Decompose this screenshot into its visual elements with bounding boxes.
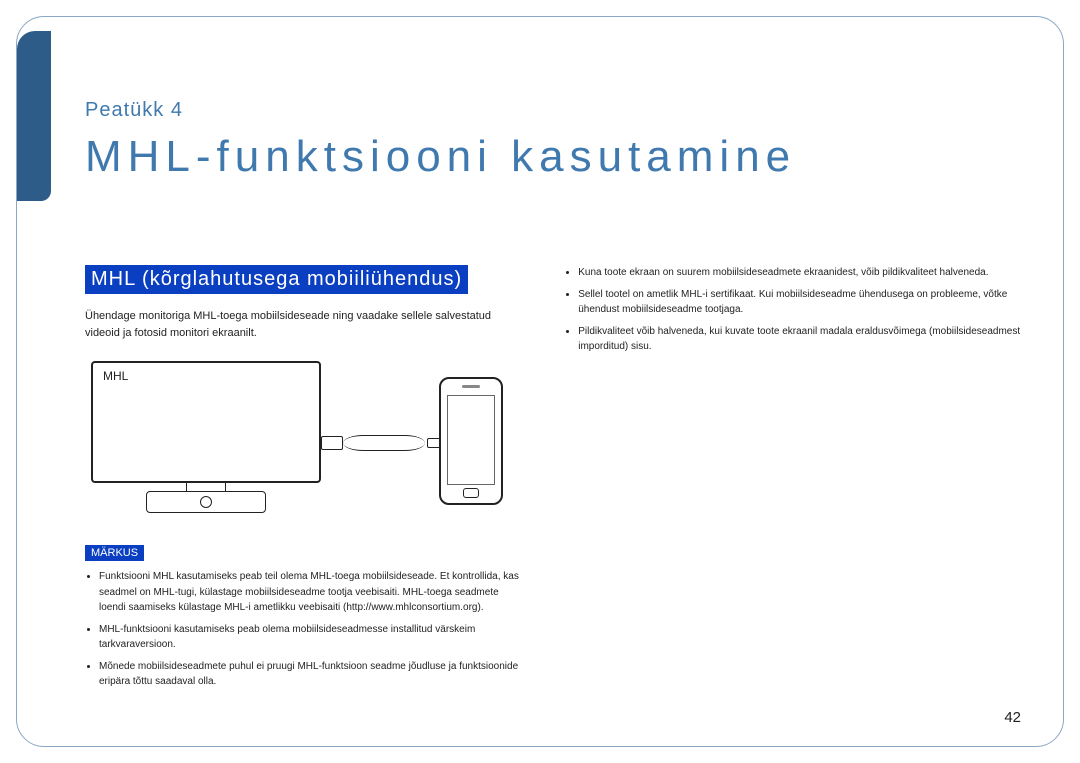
- hdmi-plug-icon: [321, 436, 343, 450]
- list-item: Funktsiooni MHL kasutamiseks peab teil o…: [99, 569, 526, 616]
- phone-screen: [447, 395, 495, 485]
- phone-icon: [439, 377, 503, 505]
- mhl-cable-icon: [321, 433, 441, 453]
- list-item: Sellel tootel on ametlik MHL-i sertifika…: [578, 287, 1023, 318]
- note-badge: MÄRKUS: [85, 545, 144, 561]
- monitor-base: [146, 491, 266, 513]
- intro-paragraph: Ühendage monitoriga MHL-toega mobiilside…: [85, 308, 526, 341]
- page-number: 42: [1004, 709, 1021, 726]
- monitor-icon: MHL: [91, 361, 321, 501]
- list-item: MHL-funktsiooni kasutamiseks peab olema …: [99, 622, 526, 653]
- section-heading: MHL (kõrglahutusega mobiiliühendus): [85, 265, 468, 294]
- header: Peatükk 4 MHL-funktsiooni kasutamine: [85, 99, 796, 182]
- mhl-port-label: MHL: [103, 369, 128, 383]
- left-notes-list: Funktsiooni MHL kasutamiseks peab teil o…: [85, 569, 526, 690]
- connection-illustration: MHL: [91, 355, 491, 525]
- page-frame: Peatükk 4 MHL-funktsiooni kasutamine MHL…: [16, 16, 1064, 747]
- chapter-label: Peatükk 4: [85, 99, 796, 122]
- list-item: Pildikvaliteet võib halveneda, kui kuvat…: [578, 324, 1023, 355]
- list-item: Kuna toote ekraan on suurem mobiilsidese…: [578, 265, 1023, 281]
- left-column: MHL (kõrglahutusega mobiiliühendus) Ühen…: [85, 265, 526, 696]
- list-item: Mõnede mobiilsideseadmete puhul ei pruug…: [99, 659, 526, 690]
- page-title: MHL-funktsiooni kasutamine: [85, 132, 796, 182]
- right-column: Kuna toote ekraan on suurem mobiilsidese…: [564, 265, 1023, 696]
- right-notes-list: Kuna toote ekraan on suurem mobiilsidese…: [564, 265, 1023, 355]
- accent-bar: [17, 31, 51, 201]
- content-columns: MHL (kõrglahutusega mobiiliühendus) Ühen…: [85, 265, 1023, 696]
- monitor-screen: MHL: [91, 361, 321, 483]
- cable-line: [343, 435, 425, 451]
